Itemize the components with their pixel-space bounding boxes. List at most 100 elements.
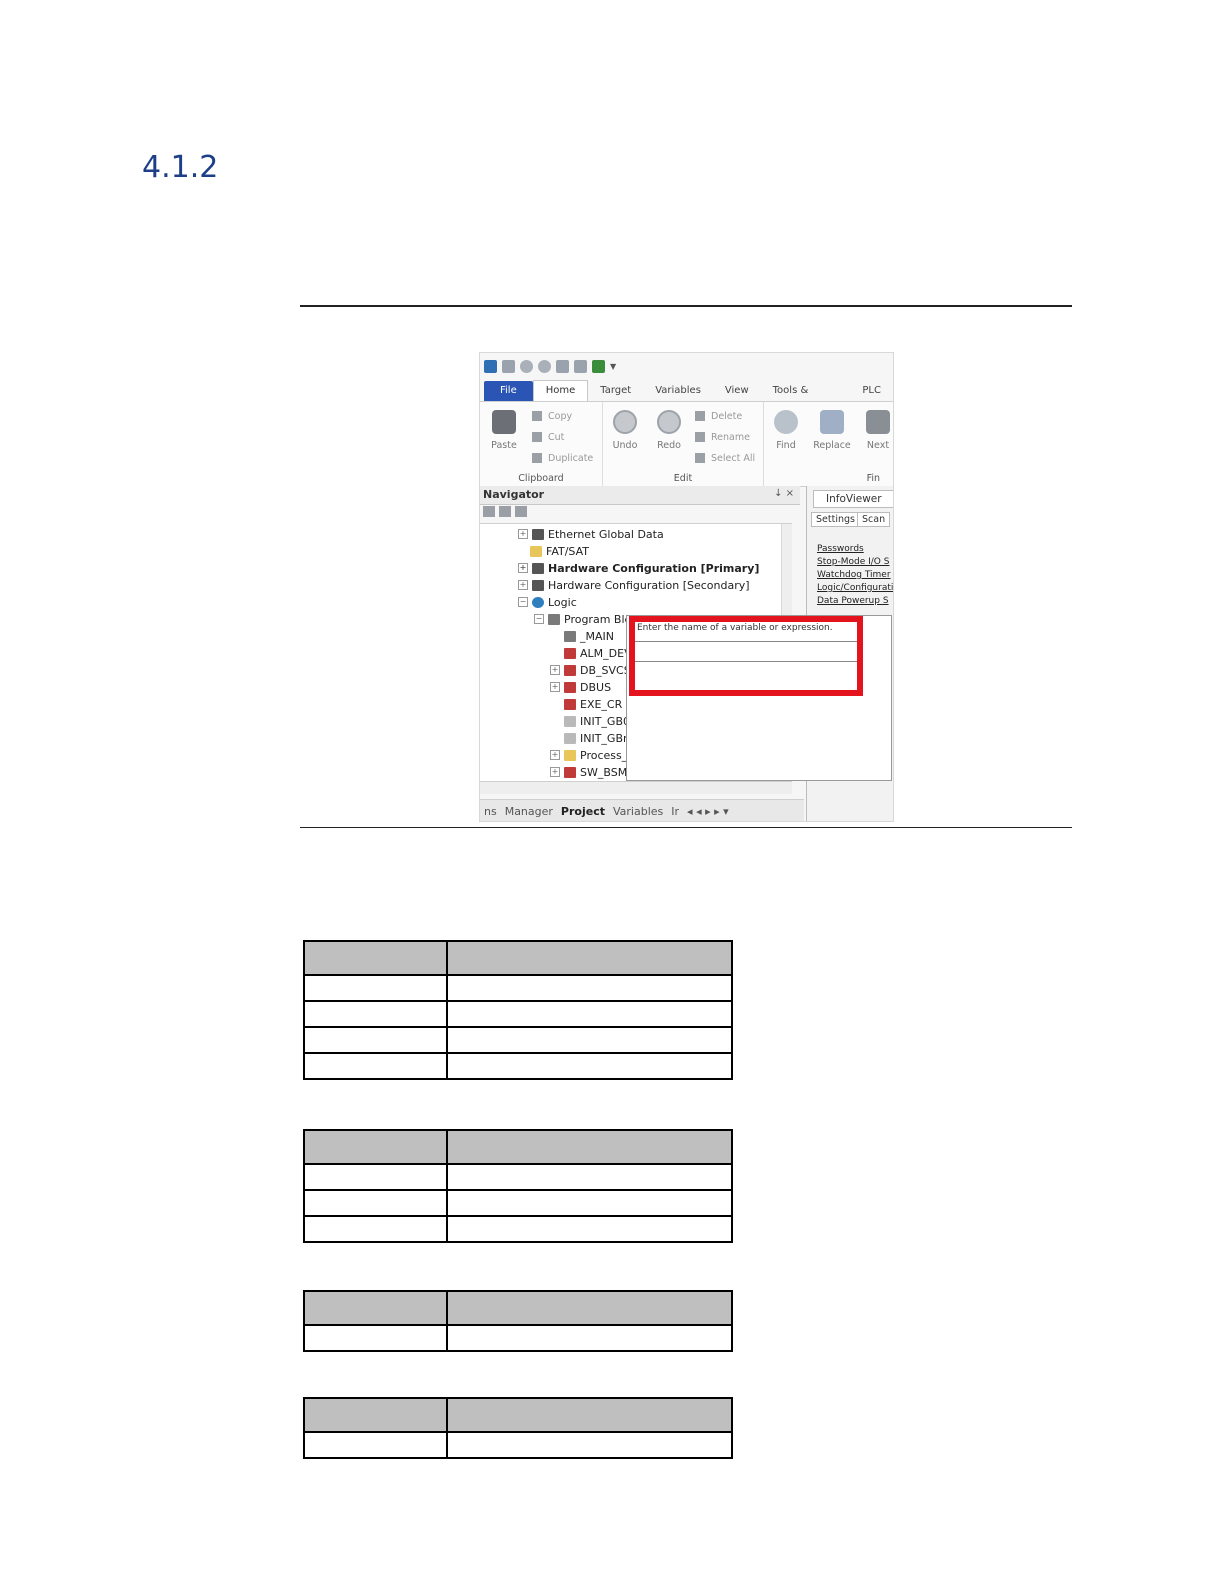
delete-label: Delete: [711, 410, 743, 422]
tree-item[interactable]: _MAIN: [564, 628, 614, 644]
navigator-header: Navigator ↓ ×: [480, 486, 800, 505]
tab-project[interactable]: Project: [561, 805, 605, 818]
tree-item[interactable]: + SW_BSM: [550, 764, 627, 780]
duplicate-button[interactable]: Duplicate: [532, 450, 593, 466]
tree-item[interactable]: EXE_CR: [564, 696, 622, 712]
passwords-link[interactable]: Passwords: [817, 544, 864, 554]
tree-item[interactable]: INIT_GBre: [564, 730, 634, 746]
tree-item-label: _MAIN: [580, 629, 614, 643]
hardware-icon: [532, 579, 544, 591]
copy-button[interactable]: Copy: [532, 408, 572, 424]
tab-tools-utilities[interactable]: Tools & Utilities: [761, 381, 851, 416]
doc-icon: [564, 732, 576, 744]
software-screenshot: ▼ File Home Target Variables View Tools …: [479, 352, 894, 822]
tab-file[interactable]: File: [484, 381, 533, 401]
circle-icon[interactable]: [520, 359, 533, 373]
rename-button[interactable]: Rename: [695, 429, 750, 445]
tree-item-label: INIT_GB0: [580, 714, 631, 728]
tab-ir[interactable]: Ir: [671, 805, 679, 818]
tab-target[interactable]: Target: [588, 381, 643, 401]
tab-variables-nav[interactable]: Variables: [613, 805, 663, 818]
tab-view[interactable]: View: [713, 381, 761, 401]
app-icon[interactable]: [484, 359, 497, 373]
table-cell: [303, 1163, 448, 1191]
stop-mode-link[interactable]: Stop-Mode I/O S: [817, 557, 889, 567]
tab-variables[interactable]: Variables: [643, 381, 713, 401]
ribbon-tabs: File Home Target Variables View Tools & …: [480, 379, 893, 416]
table-cell: [446, 1000, 733, 1028]
tree-item[interactable]: + DB_SVCS: [550, 662, 631, 678]
delete-button[interactable]: Delete: [695, 408, 742, 424]
navigator-toolbar: [483, 506, 527, 517]
tree-item-label: DBUS: [580, 680, 612, 694]
green-flag-icon[interactable]: [592, 359, 605, 373]
tree-item[interactable]: ALM_DEV: [564, 645, 632, 661]
tree-item[interactable]: + Process_F: [550, 747, 634, 763]
tree-item[interactable]: INIT_GB0: [564, 713, 630, 729]
ribbon: Paste Copy Cut Duplicate Clipboard Undo: [480, 401, 893, 487]
spec-table-1: [303, 940, 733, 1080]
tab-home[interactable]: Home: [532, 380, 589, 401]
block-icon: [564, 664, 576, 676]
tree-item[interactable]: FAT/SAT: [530, 543, 589, 559]
circle-icon[interactable]: [538, 359, 551, 373]
tree-item-label: Hardware Configuration [Secondary]: [548, 578, 750, 592]
next-button[interactable]: Next: [860, 410, 893, 451]
tree-item[interactable]: + Ethernet Global Data: [518, 526, 664, 542]
block-icon: [564, 647, 576, 659]
undo-button[interactable]: Undo: [607, 410, 643, 451]
save-icon[interactable]: [502, 359, 515, 373]
header-cell: [303, 1397, 448, 1433]
table-row: [303, 1215, 733, 1243]
navigator-controls[interactable]: ↓ ×: [774, 488, 794, 499]
paste-button[interactable]: Paste: [486, 410, 522, 451]
doc-icon[interactable]: [574, 359, 587, 373]
data-powerup-link[interactable]: Data Powerup S: [817, 596, 889, 606]
cut-button[interactable]: Cut: [532, 429, 564, 445]
tree-item[interactable]: + Hardware Configuration [Secondary]: [518, 577, 750, 593]
tree-item-label: SW_BSM: [580, 765, 628, 779]
paste-icon: [492, 410, 516, 434]
tab-ns[interactable]: ns: [484, 805, 497, 818]
replace-button[interactable]: Replace: [810, 410, 854, 451]
tab-scroll-arrows[interactable]: ◂ ◂ ▸ ▸ ▾: [687, 805, 729, 818]
tree-item[interactable]: − Program Blc: [534, 611, 631, 627]
table-row: [303, 1026, 733, 1054]
folder-icon: [564, 749, 576, 761]
block-icon: [564, 681, 576, 693]
select-all-button[interactable]: Select All: [695, 450, 755, 466]
redo-icon: [657, 410, 681, 434]
tree-item[interactable]: + Hardware Configuration [Primary]: [518, 560, 759, 576]
find-group: Find Replace Next Fin: [764, 402, 893, 486]
table-cell: [446, 1324, 733, 1352]
table-cell: [303, 974, 448, 1002]
select-all-icon: [695, 453, 705, 463]
tree-item[interactable]: − Logic: [518, 594, 577, 610]
list-view-icon[interactable]: [483, 506, 495, 517]
tab-manager[interactable]: Manager: [505, 805, 553, 818]
tab-plc[interactable]: PLC: [850, 381, 893, 401]
find-button[interactable]: Find: [768, 410, 804, 451]
find-icon: [774, 410, 798, 434]
table-cell: [446, 1052, 733, 1080]
redo-button[interactable]: Redo: [651, 410, 687, 451]
infoviewer-tab[interactable]: InfoViewer: [813, 490, 893, 508]
block-icon: [564, 766, 576, 778]
upload-icon[interactable]: [556, 359, 569, 373]
header-cell: [303, 940, 448, 976]
properties-icon[interactable]: [515, 506, 527, 517]
tree-item[interactable]: + DBUS: [550, 679, 611, 695]
watchdog-timer-link[interactable]: Watchdog Timer: [817, 570, 891, 580]
logic-configuration-link[interactable]: Logic/Configurati: [817, 583, 893, 593]
table-cell: [446, 1215, 733, 1243]
table-cell: [303, 1431, 448, 1459]
scan-tab[interactable]: Scan: [857, 512, 891, 527]
program-blocks-icon: [548, 613, 560, 625]
tree-horizontal-scrollbar[interactable]: [480, 781, 792, 794]
settings-tab[interactable]: Settings: [811, 512, 860, 527]
chevron-down-icon[interactable]: ▼: [610, 362, 616, 371]
grid-view-icon[interactable]: [499, 506, 511, 517]
redo-label: Redo: [657, 440, 681, 451]
header-cell: [446, 1397, 733, 1433]
table-header-row: [303, 1290, 733, 1326]
